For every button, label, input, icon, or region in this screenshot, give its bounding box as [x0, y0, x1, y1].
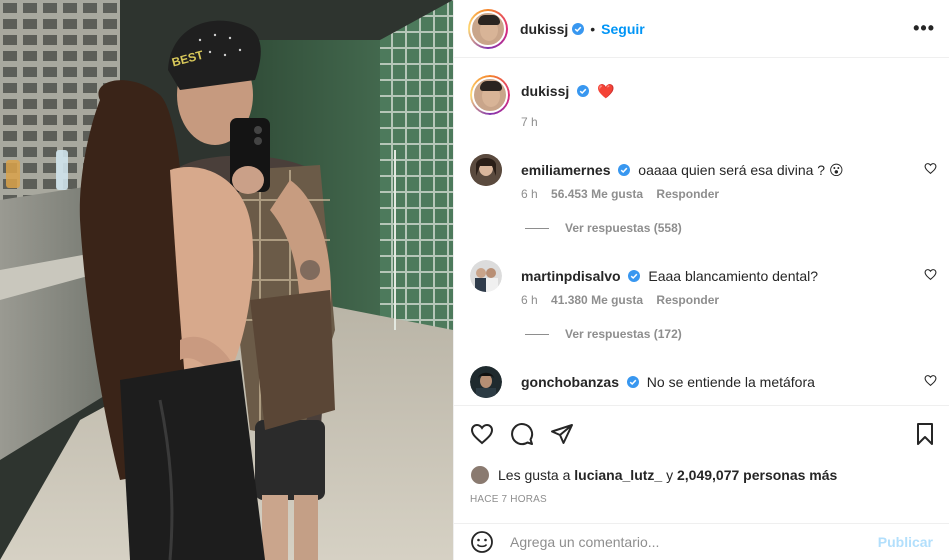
replies-line [525, 334, 549, 336]
verified-icon [628, 270, 641, 282]
commenter-avatar[interactable] [470, 154, 502, 186]
comment-text: martinpdisalvo Eaaa blancamiento dental? [521, 268, 818, 284]
comment-body: No se entiende la metáfora [646, 374, 815, 390]
post-image: BEST [0, 0, 453, 560]
likes-middle: y [666, 467, 674, 483]
post-actions: Les gusta a luciana_lutz_ y 2,049,077 pe… [454, 405, 949, 523]
reply-button[interactable]: Responder [656, 187, 719, 201]
comment-row: gonchobanzas No se entiende la metáfora [470, 366, 939, 404]
follow-button[interactable]: Seguir [601, 21, 645, 37]
comment-time: 6 h [521, 293, 538, 307]
post-photo[interactable]: BEST [0, 0, 453, 560]
caption-heart-emoji: ❤️ [597, 83, 615, 99]
comment-meta: 6 h 41.380 Me gusta Responder [521, 293, 729, 307]
comment-time: 6 h [521, 187, 538, 201]
commenter-avatar[interactable] [470, 260, 502, 292]
post-panel: dukissj • Seguir ••• dukissj ❤️ 7 h emil… [453, 0, 949, 560]
caption-text: dukissj ❤️ [521, 83, 614, 100]
comment-bubble-icon[interactable] [510, 422, 534, 446]
author-info: dukissj • Seguir [520, 21, 645, 37]
caption: dukissj ❤️ 7 h [470, 75, 939, 135]
comment-username[interactable]: emiliamernes [521, 162, 611, 178]
publish-button[interactable]: Publicar [878, 534, 933, 550]
verified-icon [572, 22, 585, 35]
liker-username[interactable]: luciana_lutz_ [574, 467, 662, 483]
comment-input[interactable] [510, 534, 878, 550]
likes-prefix: Les gusta a [498, 467, 571, 483]
view-replies-button[interactable]: Ver respuestas (172) [525, 327, 682, 341]
comment-body: Eaaa blancamiento dental? [648, 268, 819, 284]
share-send-icon[interactable] [550, 422, 574, 446]
comment-likes[interactable]: 41.380 Me gusta [551, 293, 643, 307]
comment-row: martinpdisalvo Eaaa blancamiento dental?… [470, 260, 939, 350]
author-avatar[interactable] [468, 8, 508, 49]
separator-dot: • [590, 20, 596, 37]
author-username[interactable]: dukissj [520, 21, 568, 37]
likes-summary: Les gusta a luciana_lutz_ y 2,049,077 pe… [470, 465, 837, 485]
save-bookmark-icon[interactable] [913, 422, 937, 446]
replies-line [525, 228, 549, 230]
verified-icon [577, 85, 590, 97]
comment-text: gonchobanzas No se entiende la metáfora [521, 374, 815, 390]
comments-list[interactable]: dukissj ❤️ 7 h emiliamernes oaaaa quien … [454, 58, 949, 404]
more-options-icon[interactable]: ••• [913, 18, 935, 39]
comment-likes[interactable]: 56.453 Me gusta [551, 187, 643, 201]
post-timestamp[interactable]: HACE 7 HORAS [470, 494, 547, 505]
verified-icon [618, 164, 631, 176]
view-replies-label: Ver respuestas (172) [565, 327, 682, 341]
author-avatar-image [470, 10, 506, 47]
commenter-avatar[interactable] [470, 366, 502, 398]
verified-icon [626, 376, 639, 388]
reply-button[interactable]: Responder [656, 293, 719, 307]
comment-composer: Publicar [454, 523, 949, 560]
view-replies-button[interactable]: Ver respuestas (558) [525, 221, 682, 235]
post-header: dukissj • Seguir ••• [454, 0, 949, 58]
instagram-post-modal: BEST dukissj • Seguir ••• dukissj ❤️ 7 h… [0, 0, 949, 560]
comment-text: emiliamernes oaaaa quien será esa divina… [521, 162, 844, 179]
comment-username[interactable]: martinpdisalvo [521, 268, 621, 284]
view-replies-label: Ver respuestas (558) [565, 221, 682, 235]
liker-avatar[interactable] [470, 465, 490, 485]
like-comment-heart-icon[interactable] [924, 268, 937, 281]
comment-meta: 6 h 56.453 Me gusta Responder [521, 187, 729, 201]
like-comment-heart-icon[interactable] [924, 374, 937, 387]
caption-username[interactable]: dukissj [521, 83, 569, 99]
likes-count[interactable]: 2,049,077 personas más [677, 467, 837, 483]
caption-avatar[interactable] [470, 75, 510, 115]
emoji-icon[interactable] [470, 530, 494, 554]
caption-time: 7 h [521, 115, 538, 129]
comment-body: oaaaa quien será esa divina ? 😮 [638, 162, 844, 178]
like-comment-heart-icon[interactable] [924, 162, 937, 175]
comment-username[interactable]: gonchobanzas [521, 374, 619, 390]
comment-row: emiliamernes oaaaa quien será esa divina… [470, 154, 939, 244]
like-heart-icon[interactable] [470, 422, 494, 446]
